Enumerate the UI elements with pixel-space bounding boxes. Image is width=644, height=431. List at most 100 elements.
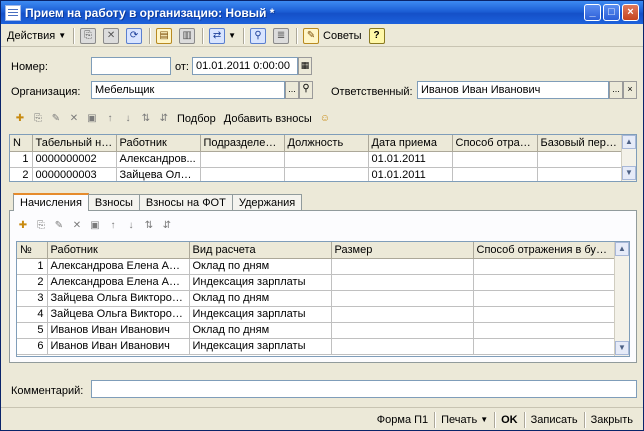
table-row[interactable]: 4 Зайцева Ольга Викторов... Индексация з…	[17, 306, 616, 323]
comment-field[interactable]	[91, 380, 637, 398]
table-row[interactable]: 1 Александрова Елена Анд... Оклад по дня…	[17, 258, 616, 275]
col-header[interactable]: Должность	[284, 135, 369, 152]
cell[interactable]	[473, 290, 616, 307]
cell[interactable]: Индексация зарплаты	[189, 306, 332, 323]
end-edit-icon[interactable]: ▣	[88, 219, 102, 233]
tab-payroll-contributions[interactable]: Взносы на ФОТ	[138, 194, 233, 211]
form-p1-button[interactable]: Форма П1	[371, 414, 434, 426]
cell[interactable]	[473, 338, 616, 355]
edit-row-icon[interactable]: ✎	[52, 219, 66, 233]
unpost-button[interactable]: ▥	[176, 26, 198, 46]
responsible-select-button[interactable]: ...	[609, 81, 623, 99]
sort-asc-icon[interactable]: ⇅	[139, 112, 153, 126]
cell[interactable]	[473, 322, 616, 339]
employees-scrollbar[interactable]: ▲ ▼	[621, 135, 636, 181]
col-header[interactable]: N	[10, 135, 33, 152]
help-button[interactable]: ?	[366, 26, 388, 46]
cell[interactable]: 4	[17, 306, 48, 323]
minimize-button[interactable]: _	[584, 4, 601, 21]
cell[interactable]: 1	[10, 151, 33, 168]
col-header[interactable]: Базовый пери...	[537, 135, 623, 152]
table-row[interactable]: 5 Иванов Иван Иванович Оклад по дням	[17, 322, 616, 339]
table-row[interactable]: 3 Зайцева Ольга Викторов... Оклад по дня…	[17, 290, 616, 307]
cell[interactable]: 6	[17, 338, 48, 355]
table-row[interactable]: 2 Александрова Елена Анд... Индексация з…	[17, 274, 616, 291]
save-button[interactable]: Записать	[525, 414, 584, 426]
cell[interactable]	[331, 290, 474, 307]
responsible-field[interactable]: Иванов Иван Иванович	[417, 81, 609, 99]
cell[interactable]: Оклад по дням	[189, 322, 332, 339]
cell[interactable]: 2	[10, 167, 33, 181]
cell[interactable]: Александрова Елена Анд...	[47, 274, 190, 291]
tab-deductions[interactable]: Удержания	[231, 194, 303, 211]
cell[interactable]: Зайцева Ольга Викторов...	[47, 306, 190, 323]
movements-button[interactable]: ≣	[270, 26, 292, 46]
scroll-up-icon[interactable]: ▲	[622, 135, 636, 149]
select-button[interactable]: Подбор	[177, 113, 216, 125]
people-icon[interactable]: ☺	[318, 112, 332, 126]
table-row[interactable]: 6 Иванов Иван Иванович Индексация зарпла…	[17, 338, 616, 355]
cell[interactable]: Зайцева Ольг...	[116, 167, 201, 181]
actions-menu[interactable]: Действия ▼	[4, 26, 69, 46]
cell[interactable]	[331, 322, 474, 339]
cell[interactable]	[537, 151, 623, 168]
col-header[interactable]: Размер	[331, 242, 474, 259]
cell[interactable]: 0000000002	[32, 151, 117, 168]
cell[interactable]	[200, 167, 285, 181]
cell[interactable]: 1	[17, 258, 48, 275]
col-header[interactable]: Подразделен...	[200, 135, 285, 152]
cell[interactable]	[537, 167, 623, 181]
ok-button[interactable]: OK	[495, 414, 524, 426]
cell[interactable]	[473, 274, 616, 291]
table-row[interactable]: 1 0000000002 Александров... 01.01.2011	[10, 151, 623, 168]
copy-row-icon[interactable]: ⎘	[31, 112, 45, 126]
organization-open-button[interactable]: ⚲	[299, 81, 313, 99]
cell[interactable]: 01.01.2011	[368, 151, 453, 168]
close-window-button[interactable]: ×	[622, 4, 639, 21]
scroll-up-icon[interactable]: ▲	[615, 242, 629, 256]
cell[interactable]: 01.01.2011	[368, 167, 453, 181]
cell[interactable]: Александрова Елена Анд...	[47, 258, 190, 275]
add-row-icon[interactable]: ✚	[16, 219, 30, 233]
copy-row-icon[interactable]: ⎘	[34, 219, 48, 233]
cell[interactable]	[284, 151, 369, 168]
responsible-clear-button[interactable]: ×	[623, 81, 637, 99]
cell[interactable]: 2	[17, 274, 48, 291]
edit-row-icon[interactable]: ✎	[49, 112, 63, 126]
cell[interactable]	[452, 167, 538, 181]
structure-button[interactable]: ⚲	[247, 26, 269, 46]
organization-field[interactable]: Мебельщик	[91, 81, 285, 99]
cell[interactable]	[331, 306, 474, 323]
cell[interactable]: Иванов Иван Иванович	[47, 338, 190, 355]
number-field[interactable]	[91, 57, 171, 75]
cell[interactable]	[473, 258, 616, 275]
cell[interactable]	[331, 274, 474, 291]
cell[interactable]	[200, 151, 285, 168]
end-edit-icon[interactable]: ▣	[85, 112, 99, 126]
close-button[interactable]: Закрыть	[585, 414, 639, 426]
col-header[interactable]: №	[17, 242, 48, 259]
cell[interactable]: Индексация зарплаты	[189, 274, 332, 291]
delete-row-icon[interactable]: ✕	[67, 112, 81, 126]
date-field[interactable]: 01.01.2011 0:00:00	[192, 57, 298, 75]
col-header[interactable]: Дата приема	[368, 135, 453, 152]
cell[interactable]: Оклад по дням	[189, 258, 332, 275]
col-header[interactable]: Работник	[116, 135, 201, 152]
sort-desc-icon[interactable]: ⇵	[157, 112, 171, 126]
cell[interactable]	[473, 306, 616, 323]
cell[interactable]: Иванов Иван Иванович	[47, 322, 190, 339]
based-on-button[interactable]: ⇄ ▼	[206, 26, 239, 46]
sort-asc-icon[interactable]: ⇅	[142, 219, 156, 233]
cell[interactable]: Зайцева Ольга Викторов...	[47, 290, 190, 307]
delete-button[interactable]: ✕	[100, 26, 122, 46]
cell[interactable]: Оклад по дням	[189, 290, 332, 307]
move-down-icon[interactable]: ↓	[124, 219, 138, 233]
maximize-button[interactable]: □	[603, 4, 620, 21]
move-up-icon[interactable]: ↑	[106, 219, 120, 233]
add-row-icon[interactable]: ✚	[13, 112, 27, 126]
table-row[interactable]: 2 0000000003 Зайцева Ольг... 01.01.2011	[10, 167, 623, 181]
title-bar[interactable]: Прием на работу в организацию: Новый * _…	[1, 1, 643, 24]
cell[interactable]: 3	[17, 290, 48, 307]
cell[interactable]	[331, 338, 474, 355]
cell[interactable]: Индексация зарплаты	[189, 338, 332, 355]
